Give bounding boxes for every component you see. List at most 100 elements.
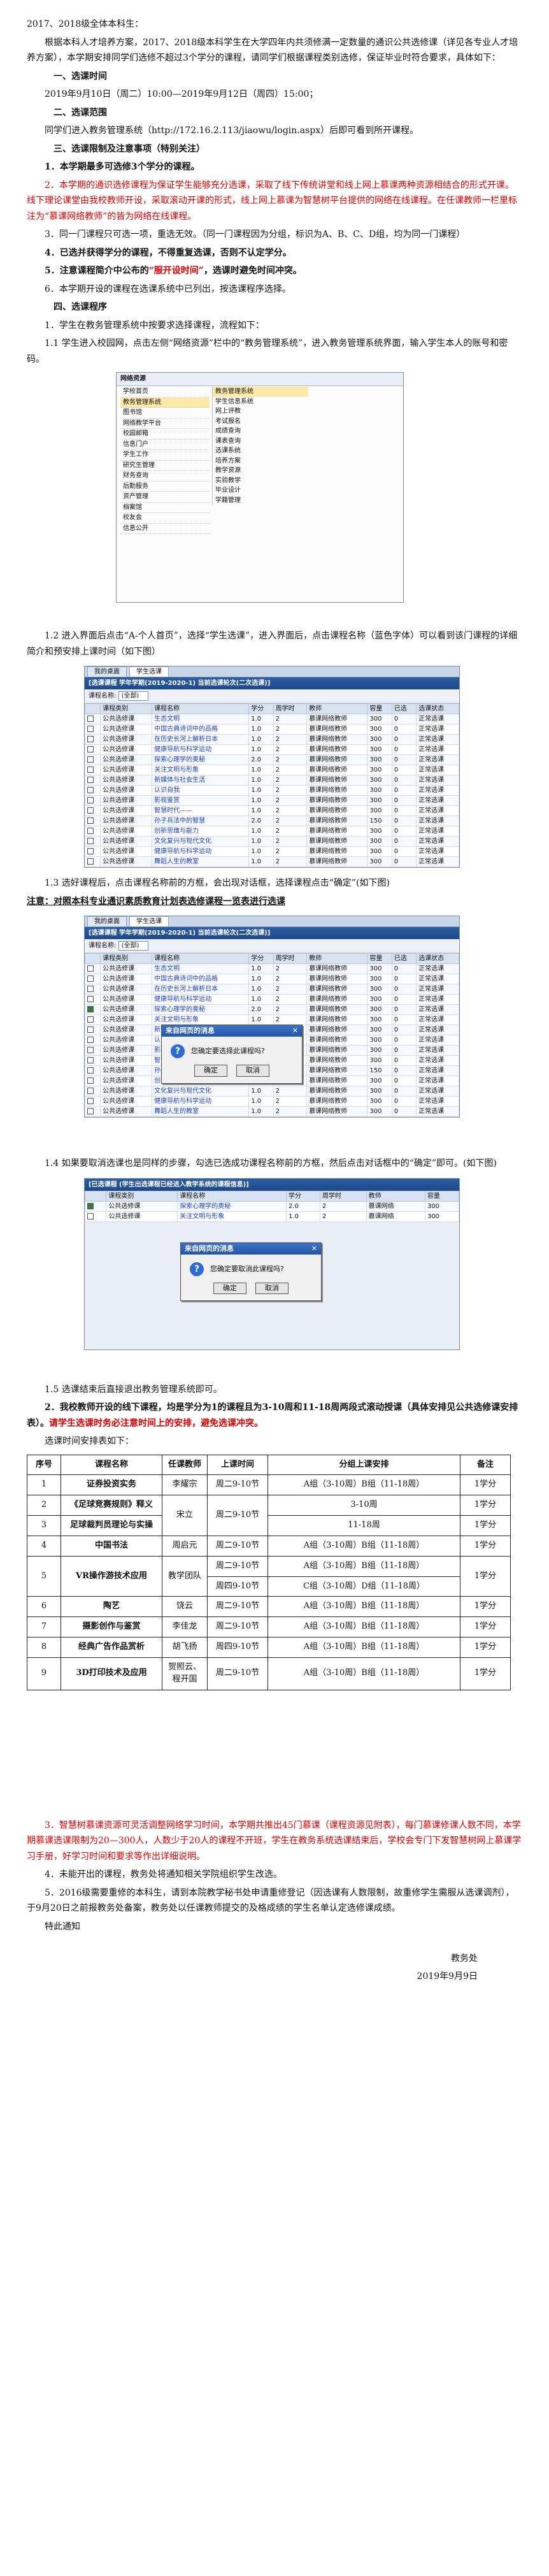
menu-item[interactable]: 学生信息系统	[213, 397, 308, 407]
course-name-link[interactable]: 生态文明	[152, 714, 250, 724]
menu-item[interactable]: 考试报名	[213, 417, 308, 427]
menu-item[interactable]: 图书馆	[120, 408, 210, 419]
row-checkbox[interactable]	[87, 736, 94, 742]
menu-item[interactable]: 后勤服务	[120, 482, 210, 492]
row-checkbox[interactable]	[87, 787, 94, 793]
row-checkbox[interactable]	[87, 1202, 94, 1209]
close-icon[interactable]: ✕	[311, 1244, 317, 1253]
row-checkbox[interactable]	[87, 1098, 94, 1104]
course-name-select[interactable]: (全部)	[118, 941, 149, 951]
row-checkbox[interactable]	[87, 986, 94, 992]
course-name-link[interactable]: 中国古典诗词中的品格	[152, 724, 250, 735]
course-name-link[interactable]: 健康导航与科学运动	[152, 994, 250, 1005]
row-checkbox[interactable]	[87, 1016, 94, 1023]
course-name-link[interactable]: 生态文明	[152, 963, 250, 974]
row-checkbox-cell[interactable]	[85, 1211, 107, 1222]
row-checkbox-cell[interactable]	[85, 1065, 101, 1076]
row-checkbox[interactable]	[87, 746, 94, 752]
row-checkbox[interactable]	[87, 1077, 94, 1084]
row-checkbox-cell[interactable]	[85, 856, 101, 867]
course-name-link[interactable]: 在历史长河上解析日本	[152, 734, 250, 745]
confirm-button[interactable]: 确定	[194, 1065, 227, 1077]
row-checkbox-cell[interactable]	[85, 816, 101, 826]
row-checkbox-cell[interactable]	[85, 1086, 101, 1097]
row-checkbox[interactable]	[87, 1067, 94, 1074]
menu-item[interactable]: 成绩查询	[213, 426, 308, 436]
course-name-link[interactable]: 健康导航与科学运动	[152, 846, 250, 857]
course-name-link[interactable]: 新媒体与社会生活	[152, 775, 250, 786]
course-name-link[interactable]: 关注文明与形象	[152, 1014, 250, 1025]
row-checkbox[interactable]	[87, 1026, 94, 1033]
row-checkbox-cell[interactable]	[85, 744, 101, 755]
row-checkbox[interactable]	[87, 726, 94, 732]
row-checkbox-cell[interactable]	[85, 984, 101, 995]
row-checkbox-cell[interactable]	[85, 974, 101, 984]
course-name-link[interactable]: 文化复兴与现代文化	[152, 1086, 250, 1097]
course-name-link[interactable]: 智慧时代——	[152, 805, 250, 816]
menu-item[interactable]: 课表查询	[213, 436, 308, 447]
menu-item[interactable]: 学生工作	[120, 450, 210, 461]
menu-item-jiaowu[interactable]: 教务管理系统	[120, 397, 210, 408]
row-checkbox-cell[interactable]	[85, 846, 101, 857]
menu-item[interactable]: 信息门户	[120, 440, 210, 450]
row-checkbox-cell[interactable]	[85, 1004, 101, 1015]
row-checkbox-cell[interactable]	[85, 1096, 101, 1107]
course-name-link[interactable]: 孙子兵法中的智慧	[152, 816, 250, 826]
close-icon[interactable]: ✕	[292, 1026, 298, 1035]
row-checkbox[interactable]	[87, 838, 94, 844]
row-checkbox-cell[interactable]	[85, 836, 101, 847]
row-checkbox-cell[interactable]	[85, 734, 101, 745]
menu-item[interactable]: 选课系统	[213, 446, 308, 456]
course-name-link[interactable]: 健康导航与科学运动	[152, 744, 250, 755]
row-checkbox[interactable]	[87, 756, 94, 763]
course-name-select[interactable]: (全部)	[118, 691, 149, 701]
menu-item[interactable]: 信息公开	[120, 524, 210, 534]
row-checkbox[interactable]	[87, 848, 94, 854]
tab-course-selection[interactable]: 学生选课	[129, 916, 169, 926]
course-name-link[interactable]: 探索心理学的奥秘	[177, 1200, 287, 1212]
row-checkbox[interactable]	[87, 858, 94, 865]
row-checkbox-cell[interactable]	[85, 1200, 107, 1212]
menu-item[interactable]: 毕业设计	[213, 486, 308, 496]
course-name-link[interactable]: 文化复兴与现代文化	[152, 836, 250, 847]
menu-item[interactable]: 财务查询	[120, 471, 210, 482]
row-checkbox-cell[interactable]	[85, 785, 101, 796]
row-checkbox-cell[interactable]	[85, 1055, 101, 1066]
menu-item[interactable]: 实验教学	[213, 476, 308, 486]
row-checkbox[interactable]	[87, 807, 94, 814]
course-name-link[interactable]: 探索心理学的奥秘	[152, 754, 250, 765]
cancel-button[interactable]: 取消	[255, 1282, 289, 1295]
row-checkbox[interactable]	[87, 1057, 94, 1063]
row-checkbox-cell[interactable]	[85, 754, 101, 765]
menu-item[interactable]: 学籍管理	[213, 496, 308, 506]
tab-course-selection[interactable]: 学生选课	[129, 666, 169, 677]
course-name-link[interactable]: 健康导航与科学运动	[152, 1096, 250, 1107]
course-name-link[interactable]: 创新思维与能力	[152, 826, 250, 837]
row-checkbox-cell[interactable]	[85, 994, 101, 1005]
row-checkbox-cell[interactable]	[85, 1045, 101, 1056]
menu-item[interactable]: 网络教学平台	[120, 419, 210, 429]
row-checkbox-cell[interactable]	[85, 1076, 101, 1086]
row-checkbox-cell[interactable]	[85, 795, 101, 806]
row-checkbox[interactable]	[87, 777, 94, 783]
course-name-link[interactable]: 关注文明与形象	[152, 765, 250, 775]
course-name-link[interactable]: 认识自我	[152, 785, 250, 796]
row-checkbox-cell[interactable]	[85, 826, 101, 837]
row-checkbox[interactable]	[87, 975, 94, 982]
row-checkbox[interactable]	[87, 1037, 94, 1043]
row-checkbox[interactable]	[87, 716, 94, 722]
row-checkbox[interactable]	[87, 766, 94, 773]
row-checkbox-cell[interactable]	[85, 775, 101, 786]
row-checkbox-cell[interactable]	[85, 1035, 101, 1046]
course-name-link[interactable]: 在历史长河上解析日本	[152, 984, 250, 995]
menu-item-jiaowu-sub[interactable]: 教务管理系统	[213, 387, 308, 397]
row-checkbox-cell[interactable]	[85, 724, 101, 735]
course-name-link[interactable]: 影视鉴赏	[152, 795, 250, 806]
row-checkbox[interactable]	[87, 1108, 94, 1114]
menu-item[interactable]: 校友会	[120, 513, 210, 524]
row-checkbox[interactable]	[87, 797, 94, 803]
course-name-link[interactable]: 舞蹈人生的教室	[152, 856, 250, 867]
course-name-link[interactable]: 探索心理学的奥秘	[152, 1004, 250, 1015]
menu-item[interactable]: 培养方案	[213, 456, 308, 466]
course-name-link[interactable]: 中国古典诗词中的品格	[152, 974, 250, 984]
